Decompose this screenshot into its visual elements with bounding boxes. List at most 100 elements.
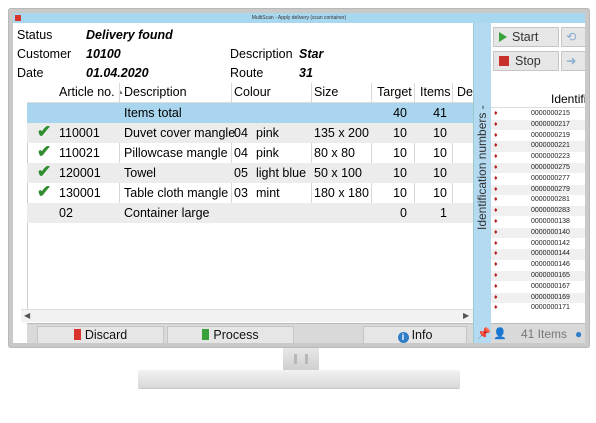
cell-target: 10 xyxy=(393,166,407,180)
cell-colour: pink xyxy=(256,126,279,140)
tag-icon: ♦ xyxy=(494,293,498,301)
ident-row[interactable]: ♦ 0000000275 xyxy=(491,163,585,174)
ident-number: 0000000281 xyxy=(531,196,570,204)
start-label: Start xyxy=(512,30,539,44)
forward-button[interactable]: ➜ xyxy=(561,51,585,71)
table-row[interactable]: ✔ 110021 Pillowcase mangle 04 pink 80 x 80 10 1… xyxy=(27,142,473,163)
row-gutter xyxy=(13,83,28,309)
table-header: Article no. ▴ Description Colour Size Ta… xyxy=(27,83,473,103)
ident-number: 0000000279 xyxy=(531,185,570,193)
ident-row[interactable]: ♦ 0000000165 xyxy=(491,271,585,282)
cell-items: 10 xyxy=(433,166,447,180)
cell-description: Container large xyxy=(124,206,210,220)
ident-row[interactable]: ♦ 0000000277 xyxy=(491,174,585,184)
table-row[interactable]: ✔ 120001 Towel 05 light blue 50 x 100 10 10 xyxy=(27,162,473,183)
tag-icon: ♦ xyxy=(494,239,498,247)
discard-button[interactable]: Discard xyxy=(37,326,164,343)
cell-target: 10 xyxy=(393,146,407,160)
stop-icon xyxy=(499,56,509,66)
stop-label: Stop xyxy=(515,54,541,68)
process-icon xyxy=(202,329,210,340)
monitor-base xyxy=(138,370,460,388)
ident-row[interactable]: ♦ 0000000142 xyxy=(491,239,585,249)
ident-number: 0000000283 xyxy=(531,207,570,215)
description-value: Star xyxy=(299,47,324,61)
cell-article: 130001 xyxy=(59,186,101,200)
ident-row[interactable]: ♦ 0000000283 xyxy=(491,206,585,217)
tag-icon: ♦ xyxy=(494,142,498,150)
discard-icon xyxy=(73,329,81,340)
pin-icon[interactable]: 📌 xyxy=(477,327,491,340)
tag-icon: ♦ xyxy=(494,250,498,258)
check-icon: ✔ xyxy=(37,142,52,161)
ident-column-header[interactable]: Identificat xyxy=(491,89,585,108)
cell-article: 110021 xyxy=(59,146,100,160)
ident-row[interactable]: ♦ 0000000171 xyxy=(491,303,585,313)
col-target[interactable]: Target xyxy=(377,85,412,99)
forward-icon: ➜ xyxy=(566,54,577,68)
table-row[interactable]: ✔ 130001 Table cloth mangle 03 mint 180 x 180… xyxy=(27,182,473,203)
ident-row[interactable]: ♦ 0000000215 xyxy=(491,109,585,119)
ident-number: 0000000171 xyxy=(531,304,570,312)
ident-row[interactable]: ♦ 0000000221 xyxy=(491,141,585,152)
cell-size: 80 x 80 xyxy=(314,146,356,160)
tag-icon: ♦ xyxy=(494,174,498,182)
ident-row[interactable]: ♦ 0000000138 xyxy=(491,217,585,227)
customer-label: Customer xyxy=(17,47,72,61)
ident-row[interactable]: ♦ 0000000146 xyxy=(491,260,585,270)
horizontal-scrollbar[interactable]: ◀ ▶ xyxy=(21,309,473,322)
stop-button[interactable]: Stop xyxy=(493,51,559,71)
route-label: Route xyxy=(230,66,264,80)
info-button[interactable]: i Info xyxy=(363,326,467,343)
check-icon: ✔ xyxy=(37,122,52,141)
cell-colour: pink xyxy=(256,146,279,160)
customer-value: 10100 xyxy=(86,47,121,61)
cell-colour-code: 03 xyxy=(234,186,248,200)
process-button[interactable]: Process xyxy=(167,326,294,343)
ident-row[interactable]: ♦ 0000000144 xyxy=(491,249,585,260)
table-row[interactable]: ✔ 110001 Duvet cover mangle 04 pink 135 x 200… xyxy=(27,122,473,143)
table-row[interactable]: Items total 40 41 xyxy=(27,103,473,123)
ident-row[interactable]: ♦ 0000000217 xyxy=(491,119,585,130)
scroll-right-icon[interactable]: ▶ xyxy=(463,310,469,322)
discard-label: Discard xyxy=(84,328,128,342)
app-icon xyxy=(15,15,21,21)
ident-row[interactable]: ♦ 0000000140 xyxy=(491,227,585,238)
refresh-icon: ⟲ xyxy=(566,30,577,44)
date-label: Date xyxy=(17,66,44,80)
col-colour[interactable]: Colour xyxy=(234,85,271,99)
col-article-no[interactable]: Article no. xyxy=(59,85,115,99)
cell-colour-code: 04 xyxy=(234,126,248,140)
check-icon: ✔ xyxy=(37,182,52,201)
ident-number: 0000000217 xyxy=(531,120,570,128)
tag-icon: ♦ xyxy=(494,228,498,236)
tag-icon: ♦ xyxy=(494,120,498,128)
cell-colour-code: 05 xyxy=(234,166,248,180)
ident-row[interactable]: ♦ 0000000281 xyxy=(491,195,585,205)
ident-number: 0000000215 xyxy=(531,110,570,117)
col-description[interactable]: Description xyxy=(124,85,187,99)
cell-target: 40 xyxy=(393,106,407,120)
tag-icon: ♦ xyxy=(494,218,498,225)
ident-row[interactable]: ♦ 0000000169 xyxy=(491,292,585,303)
col-items[interactable]: Items xyxy=(420,85,451,99)
identification-panel-title: Identification numbers - xyxy=(475,105,489,231)
col-de[interactable]: De xyxy=(457,85,473,99)
cell-items: 10 xyxy=(433,146,447,160)
tag-icon: ♦ xyxy=(494,164,498,171)
identification-panel-tab[interactable]: Identification numbers - 📌 xyxy=(473,23,492,343)
ident-row[interactable]: ♦ 0000000223 xyxy=(491,152,585,162)
ident-row[interactable]: ♦ 0000000219 xyxy=(491,131,585,141)
check-icon: ✔ xyxy=(37,162,52,181)
ident-row[interactable]: ♦ 0000000279 xyxy=(491,184,585,195)
table-row[interactable]: 02 Container large 0 1 xyxy=(27,203,473,223)
scroll-left-icon[interactable]: ◀ xyxy=(24,310,30,322)
ident-row[interactable]: ♦ 0000000167 xyxy=(491,282,585,292)
start-button[interactable]: Start xyxy=(493,27,559,47)
cell-target: 10 xyxy=(393,126,407,140)
col-size[interactable]: Size xyxy=(314,85,338,99)
ident-number: 0000000138 xyxy=(531,218,570,225)
refresh-button[interactable]: ⟲ xyxy=(561,27,585,47)
route-value: 31 xyxy=(299,66,313,80)
globe-icon: ● xyxy=(575,327,583,341)
